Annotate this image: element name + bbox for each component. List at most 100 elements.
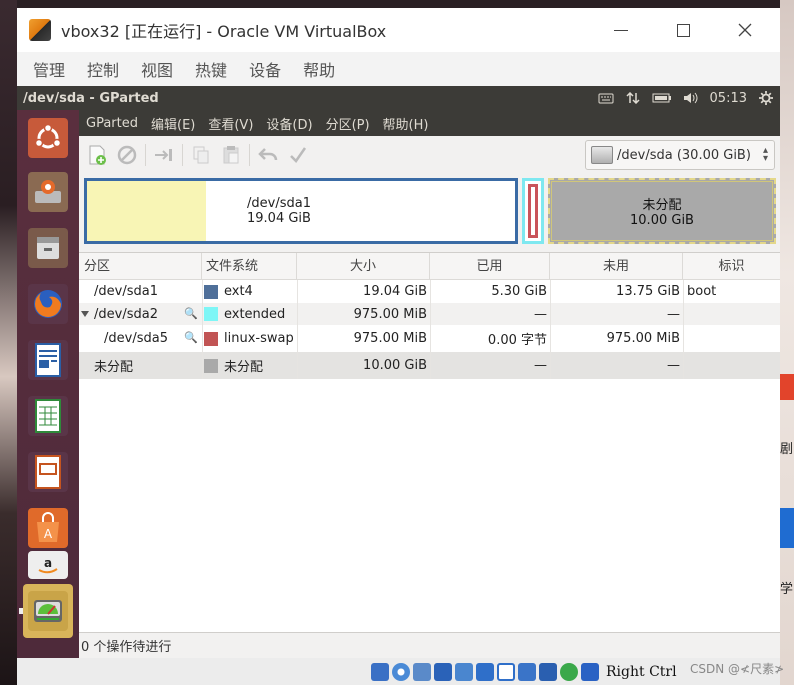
filesystem-name: 未分配 <box>224 360 264 375</box>
column-unused[interactable]: 未用 <box>550 253 683 280</box>
partition-size: 10.00 GiB <box>630 213 694 228</box>
menu-view[interactable]: 查看(V) <box>208 114 253 133</box>
network-adapter-icon[interactable] <box>434 662 452 681</box>
desktop-blue-tile <box>780 508 794 548</box>
shopping-bag-icon: A <box>37 512 59 542</box>
pending-operations: 0 个操作待进行 <box>81 640 172 655</box>
close-icon <box>738 23 752 37</box>
partition-table: 分区 文件系统 大小 已用 未用 标识 /dev/sda1 ext4 19.04… <box>79 252 780 632</box>
copy-button[interactable] <box>189 143 213 167</box>
expander-triangle-icon[interactable] <box>81 310 89 318</box>
menu-view[interactable]: 视图 <box>141 57 173 81</box>
desktop-right-edge: 剧 学 <box>780 0 794 685</box>
clock[interactable]: 05:13 <box>710 91 747 106</box>
active-indicator <box>19 608 23 614</box>
launcher-files[interactable] <box>23 224 73 272</box>
close-button[interactable] <box>714 8 776 52</box>
delete-icon <box>117 145 137 165</box>
undo-icon <box>258 148 278 161</box>
spreadsheet-icon <box>35 399 61 433</box>
menu-help[interactable]: 帮助 <box>303 57 335 81</box>
cell-unused: — <box>667 358 680 373</box>
minimize-icon <box>614 29 628 31</box>
column-size[interactable]: 大小 <box>297 253 430 280</box>
undo-button[interactable] <box>256 143 280 167</box>
column-divider <box>683 280 684 379</box>
partition-block-sda1[interactable]: /dev/sda1 19.04 GiB <box>84 178 518 244</box>
toolbar-separator <box>249 144 250 166</box>
cell-flags: boot <box>687 284 717 299</box>
audio-icon[interactable] <box>413 662 431 681</box>
column-divider <box>430 280 431 379</box>
launcher-software-center[interactable]: A <box>23 504 73 552</box>
partition-block-label: /dev/sda1 19.04 GiB <box>247 196 311 226</box>
menu-manage[interactable]: 管理 <box>33 57 65 81</box>
partition-block-unallocated[interactable]: 未分配 10.00 GiB <box>548 178 776 244</box>
delete-partition-button[interactable] <box>115 143 139 167</box>
menu-help[interactable]: 帮助(H) <box>383 114 429 133</box>
minimize-button[interactable] <box>590 8 652 52</box>
menu-partition[interactable]: 分区(P) <box>326 114 370 133</box>
paste-clipboard-icon <box>223 146 239 164</box>
toolbar-separator <box>145 144 146 166</box>
optical-drive-icon[interactable] <box>392 662 410 681</box>
launcher-installer[interactable] <box>23 168 73 216</box>
partition-block-extended[interactable] <box>522 178 544 244</box>
vbox-titlebar: vbox32 [正在运行] - Oracle VM VirtualBox <box>17 8 780 52</box>
partition-name: 未分配 <box>642 198 682 213</box>
column-used[interactable]: 已用 <box>430 253 550 280</box>
file-cabinet-icon <box>37 237 59 259</box>
filesystem-color-swatch <box>204 358 218 373</box>
shared-folder-icon[interactable] <box>476 662 494 681</box>
battery-icon[interactable] <box>652 92 672 104</box>
display-icon[interactable] <box>497 662 515 681</box>
paste-button[interactable] <box>219 143 243 167</box>
volume-icon[interactable] <box>683 92 699 104</box>
menu-edit[interactable]: 编辑(E) <box>151 114 195 133</box>
maximize-button[interactable] <box>652 8 714 52</box>
launcher-impress[interactable] <box>23 448 73 496</box>
new-partition-button[interactable] <box>85 143 109 167</box>
column-partition[interactable]: 分区 <box>79 253 202 280</box>
usb-icon[interactable] <box>455 662 473 681</box>
menu-control[interactable]: 控制 <box>87 57 119 81</box>
recording-icon[interactable] <box>518 662 536 681</box>
mouse-integration-icon[interactable] <box>581 662 599 681</box>
firefox-icon <box>34 290 62 318</box>
host-key-label[interactable]: Right Ctrl <box>606 664 677 680</box>
launcher-firefox[interactable] <box>23 280 73 328</box>
menu-gparted[interactable]: GParted <box>86 116 138 131</box>
device-selector-value: /dev/sda (30.00 GiB) <box>617 147 751 163</box>
menu-hotkeys[interactable]: 热键 <box>195 57 227 81</box>
launcher-dash[interactable] <box>23 114 73 162</box>
column-flags[interactable]: 标识 <box>683 253 780 280</box>
maximize-icon <box>676 23 690 37</box>
guest-tray: 05:13 <box>598 86 774 110</box>
cell-partition: /dev/sda1 <box>94 284 158 299</box>
filesystem-color-swatch <box>204 307 218 321</box>
partition-name: /dev/sda1 <box>247 196 311 211</box>
writer-document-icon <box>35 343 61 377</box>
launcher-calc[interactable] <box>23 392 73 440</box>
launcher-writer[interactable] <box>23 336 73 384</box>
resize-move-button[interactable] <box>152 143 176 167</box>
window-title: vbox32 [正在运行] - Oracle VM VirtualBox <box>61 22 387 41</box>
launcher-gparted[interactable] <box>19 584 73 638</box>
cell-unused: — <box>667 306 680 322</box>
cpu-icon[interactable] <box>539 662 557 681</box>
partition-block-sda5[interactable] <box>528 184 538 238</box>
launcher-amazon[interactable]: a <box>23 548 73 582</box>
device-selector[interactable]: /dev/sda (30.00 GiB) ▴ ▾ <box>585 140 775 170</box>
cell-used: — <box>534 306 547 322</box>
hard-disk-activity-icon[interactable] <box>371 662 389 681</box>
column-filesystem[interactable]: 文件系统 <box>202 253 297 280</box>
menu-device[interactable]: 设备(D) <box>266 114 312 133</box>
desktop-text: 学 <box>780 582 794 597</box>
apply-button[interactable] <box>286 143 310 167</box>
menu-devices[interactable]: 设备 <box>249 57 281 81</box>
network-icon[interactable] <box>625 92 641 104</box>
settings-gear-icon[interactable] <box>758 91 774 105</box>
keyboard-icon[interactable] <box>598 92 614 104</box>
svg-text:a: a <box>44 556 52 570</box>
guest-additions-icon[interactable] <box>560 662 578 681</box>
